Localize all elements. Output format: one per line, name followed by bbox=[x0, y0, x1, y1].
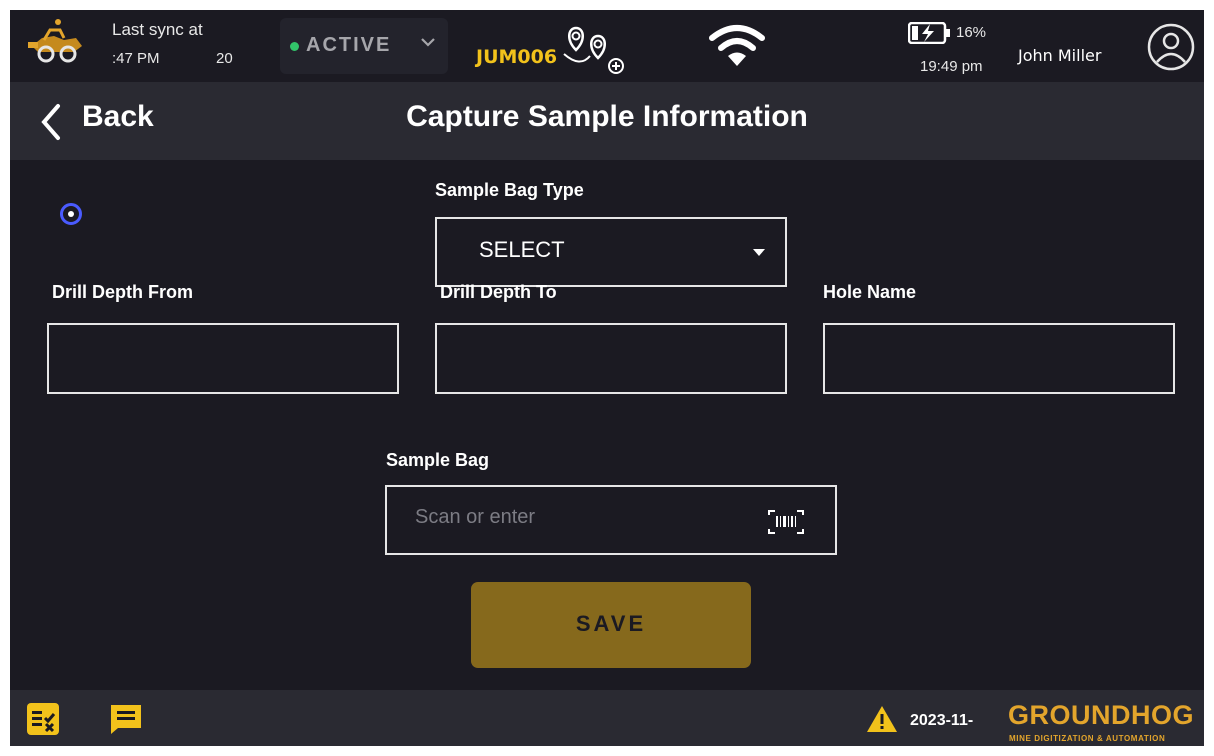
back-chevron-icon[interactable] bbox=[38, 102, 64, 142]
footer-bar: 2023-11- GROUNDHOG MINE DIGITIZATION & A… bbox=[10, 690, 1204, 746]
user-name: John Miller bbox=[1018, 46, 1102, 65]
caret-down-icon bbox=[753, 249, 765, 256]
save-button[interactable]: SAVE bbox=[471, 582, 751, 668]
radio-button[interactable] bbox=[60, 203, 82, 225]
battery-charging-icon bbox=[908, 22, 950, 44]
radio-dot bbox=[68, 211, 74, 217]
brand-logo: GROUNDHOG bbox=[1008, 700, 1194, 730]
sync-date-fragment: 20 bbox=[216, 50, 233, 67]
warning-icon[interactable] bbox=[865, 704, 899, 734]
sample-bag-type-select[interactable]: SELECT bbox=[435, 217, 787, 287]
app-logo-icon bbox=[28, 19, 82, 63]
task-list-icon[interactable] bbox=[26, 702, 60, 736]
back-button[interactable]: Back bbox=[82, 100, 154, 134]
sample-bag-input[interactable]: Scan or enter bbox=[385, 485, 837, 555]
sample-bag-type-label: Sample Bag Type bbox=[435, 180, 584, 200]
sample-bag-type-value: SELECT bbox=[479, 237, 565, 262]
page-header: Capture Sample Information Back bbox=[10, 82, 1204, 160]
hole-name-input[interactable] bbox=[823, 323, 1175, 394]
status-bar: Last sync at :47 PM 20 ACTIVE JUM006 16%… bbox=[10, 10, 1204, 82]
user-avatar-icon[interactable] bbox=[1146, 22, 1196, 72]
footer-date: 2023-11- bbox=[910, 712, 974, 729]
drill-depth-from-label: Drill Depth From bbox=[52, 282, 194, 302]
sync-time: :47 PM bbox=[112, 50, 160, 67]
connection-status-text: ACTIVE bbox=[306, 34, 392, 56]
drill-depth-from-input[interactable] bbox=[47, 323, 399, 394]
drill-depth-to-label: Drill Depth To bbox=[440, 282, 557, 302]
brand-tagline: MINE DIGITIZATION & AUTOMATION bbox=[1009, 734, 1166, 743]
chat-icon[interactable] bbox=[108, 702, 144, 736]
hole-name-label: Hole Name bbox=[823, 282, 917, 302]
barcode-scan-icon[interactable] bbox=[765, 507, 807, 537]
status-dot-icon bbox=[290, 42, 299, 51]
page-title: Capture Sample Information bbox=[406, 100, 808, 133]
route-pins-icon[interactable] bbox=[560, 24, 632, 76]
save-button-label: SAVE bbox=[575, 611, 647, 636]
app-frame: Last sync at :47 PM 20 ACTIVE JUM006 16%… bbox=[10, 10, 1204, 746]
sync-label: Last sync at bbox=[112, 20, 203, 39]
drill-depth-to-input[interactable] bbox=[435, 323, 787, 394]
chevron-down-icon bbox=[421, 38, 435, 47]
wifi-icon bbox=[709, 25, 765, 66]
device-id: JUM006 bbox=[476, 46, 558, 68]
sample-bag-label: Sample Bag bbox=[386, 450, 490, 470]
battery-percentage: 16% bbox=[956, 24, 987, 41]
clock: 19:49 pm bbox=[920, 58, 983, 75]
sample-bag-placeholder: Scan or enter bbox=[415, 506, 536, 528]
